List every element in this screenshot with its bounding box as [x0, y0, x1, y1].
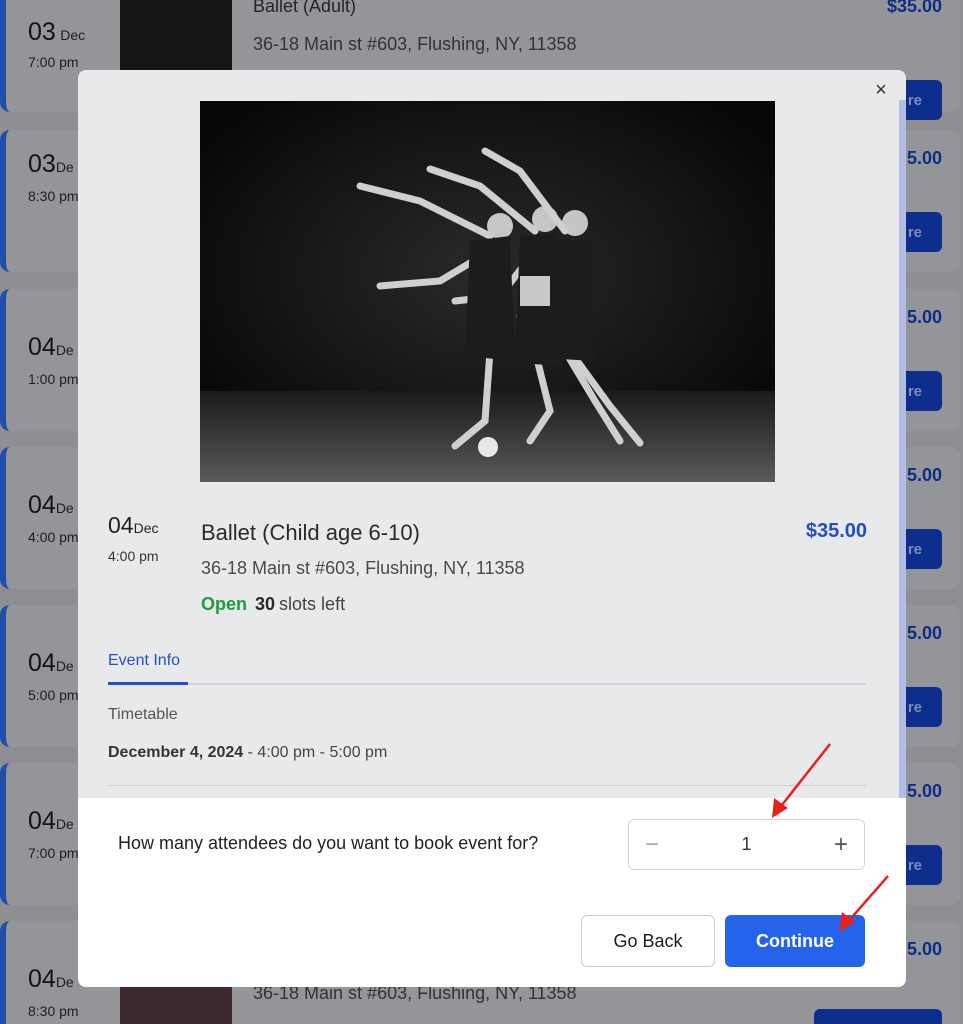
- event-date: 04Dec: [108, 512, 159, 539]
- modal-scrollbar[interactable]: [899, 100, 906, 798]
- bg-title: Ballet (Adult): [253, 0, 357, 16]
- bg-time: 7:00 pm: [28, 54, 79, 70]
- bg-time: 7:00 pm: [28, 845, 79, 861]
- close-icon[interactable]: ×: [870, 79, 892, 101]
- event-price: $35.00: [805, 520, 867, 542]
- bg-address: 36-18 Main st #603, Flushing, NY, 11358: [253, 34, 577, 54]
- timetable-range: - 4:00 pm - 5:00 pm: [243, 744, 388, 761]
- timetable-date: December 4, 2024: [108, 744, 244, 761]
- slots-count: 30: [255, 594, 276, 614]
- bg-day: 04: [28, 491, 56, 519]
- bg-month: De: [55, 159, 74, 175]
- bg-time: 1:00 pm: [28, 371, 79, 387]
- bg-price: 5.00: [906, 781, 942, 801]
- bg-day: 04: [28, 649, 56, 677]
- timetable-entry: December 4, 2024 - 4:00 pm - 5:00 pm: [108, 744, 387, 762]
- go-back-button[interactable]: Go Back: [581, 915, 715, 967]
- bg-price: $35.00: [886, 0, 942, 16]
- bg-time: 5:00 pm: [28, 687, 79, 703]
- attendees-question: How many attendees do you want to book e…: [118, 833, 539, 853]
- continue-button[interactable]: Continue: [725, 915, 865, 967]
- bg-month: Dec: [60, 27, 86, 43]
- bg-time: 4:00 pm: [28, 529, 79, 545]
- bg-day: 04: [28, 807, 56, 835]
- bg-month: De: [55, 974, 74, 990]
- event-tabs: Event Info: [108, 648, 866, 685]
- carousel-dot[interactable]: [478, 437, 498, 457]
- bg-day: 04: [28, 965, 56, 993]
- bg-month: De: [55, 816, 74, 832]
- event-hero-image: [200, 101, 775, 482]
- event-day: 04: [108, 512, 134, 538]
- bg-price: 5.00: [906, 307, 942, 327]
- status-badge: Open: [201, 594, 248, 614]
- divider: [108, 785, 866, 786]
- bg-time: 8:30 pm: [28, 188, 79, 204]
- event-address: 36-18 Main st #603, Flushing, NY, 11358: [201, 558, 525, 578]
- bg-month: De: [55, 342, 74, 358]
- bg-time: 8:30 pm: [28, 1003, 79, 1019]
- bg-day: 04: [28, 333, 56, 361]
- bg-price: 5.00: [906, 623, 942, 643]
- quantity-value[interactable]: 1: [741, 834, 751, 855]
- booking-footer: How many attendees do you want to book e…: [78, 798, 906, 987]
- minus-icon[interactable]: −: [637, 830, 667, 860]
- bg-day: 03: [28, 150, 56, 178]
- slots-label: slots left: [279, 594, 346, 614]
- bg-more-button[interactable]: re: [814, 1009, 942, 1024]
- bg-thumbnail: [120, 985, 232, 1024]
- event-status: Open 30 slots left: [201, 594, 345, 615]
- bg-thumbnail: [120, 0, 232, 70]
- bg-month: De: [55, 500, 74, 516]
- event-month: Dec: [133, 520, 159, 536]
- bg-day: 03: [28, 18, 56, 46]
- bg-price: 5.00: [906, 148, 942, 168]
- timetable-label: Timetable: [108, 706, 178, 723]
- bg-price: 5.00: [906, 939, 942, 959]
- event-title: Ballet (Child age 6-10): [201, 520, 420, 545]
- event-booking-modal: × 04Dec 4:00 pm Ballet (Child age 6-10) …: [78, 70, 906, 987]
- bg-month: De: [55, 658, 74, 674]
- ballet-dancers-image: [200, 101, 775, 482]
- event-time: 4:00 pm: [108, 548, 159, 564]
- bg-price: 5.00: [906, 465, 942, 485]
- tab-event-info[interactable]: Event Info: [108, 652, 188, 685]
- quantity-stepper[interactable]: − 1 +: [628, 819, 865, 870]
- plus-icon[interactable]: +: [826, 830, 856, 860]
